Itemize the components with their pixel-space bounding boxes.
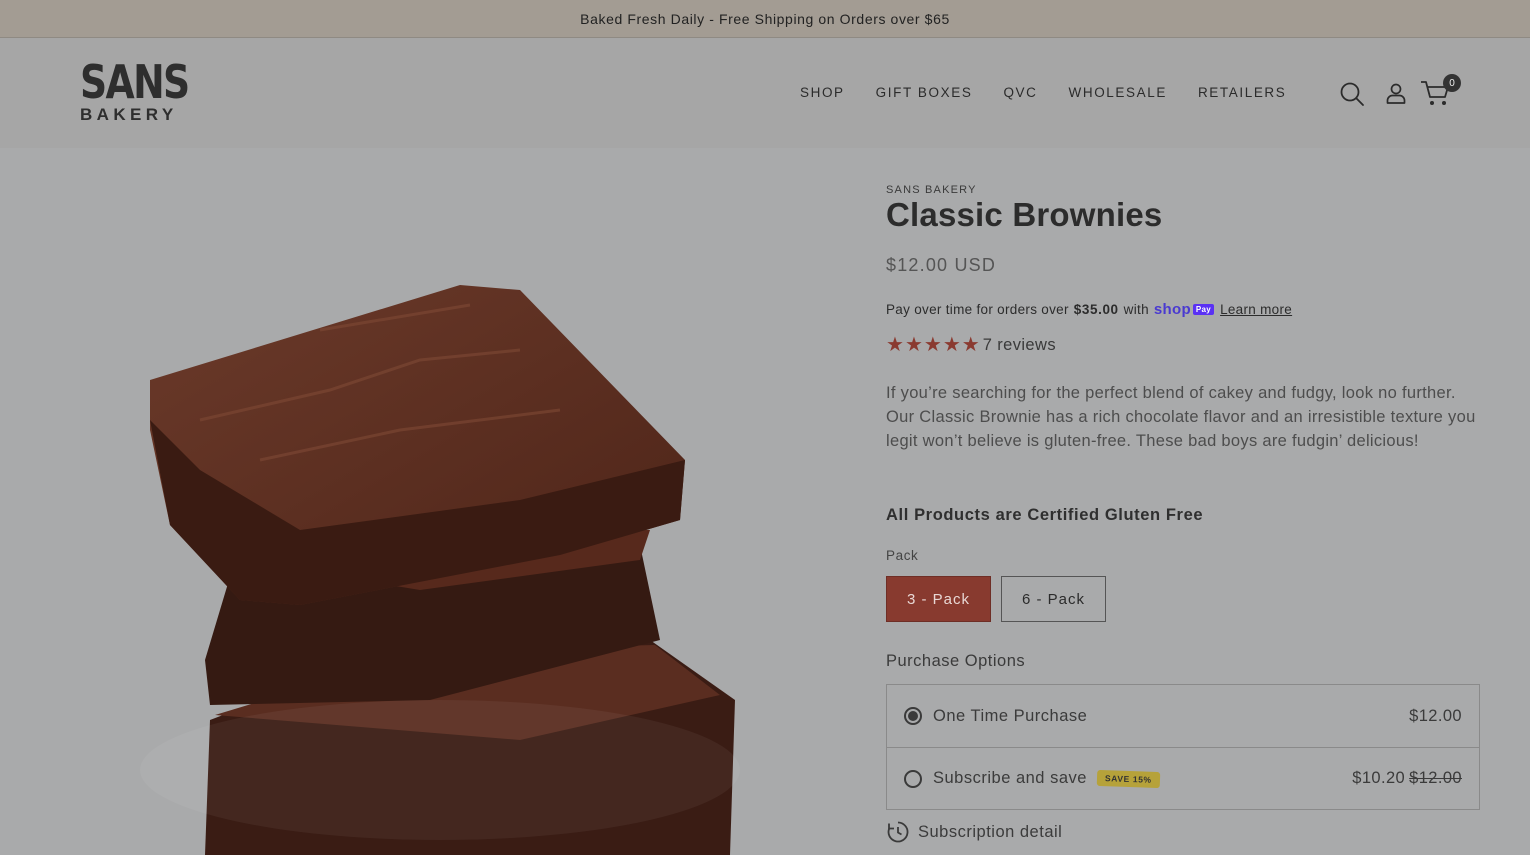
product-price: $12.00 USD (886, 255, 997, 275)
cart-count-badge: 0 (1443, 74, 1461, 92)
search-icon (1340, 82, 1364, 106)
star-icon: ★ (942, 334, 961, 356)
subscribe-new-price: $10.20 (1352, 769, 1406, 787)
subscribe-label: Subscribe and save (933, 769, 1087, 787)
purchase-options: One Time Purchase $12.00 Subscribe and s… (886, 684, 1480, 810)
subscription-detail[interactable]: Subscription detail (886, 820, 1062, 844)
one-time-option[interactable]: One Time Purchase $12.00 (887, 685, 1479, 747)
announcement-bar: Baked Fresh Daily - Free Shipping on Ord… (0, 0, 1530, 38)
purchase-options-label: Purchase Options (886, 652, 1026, 670)
shop-pay-word: shop (1153, 301, 1191, 318)
certified-note: All Products are Certified Gluten Free (886, 506, 1204, 524)
product-description: If you’re searching for the perfect blen… (886, 384, 1476, 450)
subscribe-price: $10.20 $12.00 (1352, 769, 1462, 788)
logo-line-1: SANS (80, 55, 190, 109)
clock-icon (887, 821, 909, 843)
subscribe-option[interactable]: Subscribe and save SAVE 15% $10.20 $12.00 (887, 747, 1479, 809)
star-icon: ★ (904, 334, 923, 356)
nav-retailers[interactable]: RETAILERS (1198, 85, 1286, 100)
logo[interactable]: SANS BAKERY (80, 58, 190, 128)
pay-amount: $35.00 (1073, 302, 1119, 317)
learn-more-link[interactable]: Learn more (1220, 302, 1292, 317)
site-header: SANS BAKERY SHOP GIFT BOXES QVC WHOLESAL… (0, 38, 1530, 148)
product-title: Classic Brownies (886, 196, 1163, 233)
main-nav: SHOP GIFT BOXES QVC WHOLESALE RETAILERS (800, 85, 1286, 100)
search-button[interactable] (1338, 80, 1366, 108)
user-icon (1386, 83, 1406, 104)
pack-label: Pack (886, 548, 919, 563)
nav-shop[interactable]: SHOP (800, 85, 845, 100)
one-time-price: $12.00 (1409, 706, 1462, 725)
star-icon: ★ (886, 334, 904, 356)
account-button[interactable] (1383, 80, 1409, 106)
nav-wholesale[interactable]: WHOLESALE (1069, 85, 1167, 100)
subscription-detail-label: Subscription detail (918, 822, 1063, 841)
pack-option-3[interactable]: 3 - Pack (886, 576, 991, 622)
rating[interactable]: ★ ★ ★ ★ ★ 7 reviews (886, 335, 1056, 355)
star-icon: ★ (923, 334, 942, 356)
product-vendor: SANS BAKERY (886, 184, 977, 196)
announcement-text: Baked Fresh Daily - Free Shipping on Ord… (580, 10, 950, 27)
review-count[interactable]: 7 reviews (983, 336, 1056, 355)
pay-with: with (1123, 302, 1149, 317)
product-image[interactable] (0, 148, 856, 855)
brownie-image (140, 285, 740, 855)
pay-text: Pay over time for orders over (886, 302, 1069, 317)
nav-gift-boxes[interactable]: GIFT BOXES (876, 85, 973, 100)
pack-option-6[interactable]: 6 - Pack (1001, 576, 1106, 622)
radio-subscribe[interactable] (904, 769, 922, 788)
shop-pay-logo: shop Pay (1153, 301, 1215, 318)
save-badge: SAVE 15% (1096, 769, 1160, 788)
one-time-label: One Time Purchase (933, 706, 1088, 725)
subscribe-old-price: $12.00 (1409, 769, 1462, 787)
star-icon: ★ (961, 334, 980, 356)
nav-qvc[interactable]: QVC (1003, 85, 1037, 100)
shop-pay-installments: Pay over time for orders over $35.00 wit… (886, 301, 1292, 318)
shop-pay-badge: Pay (1192, 304, 1215, 315)
radio-one-time[interactable] (904, 707, 922, 725)
